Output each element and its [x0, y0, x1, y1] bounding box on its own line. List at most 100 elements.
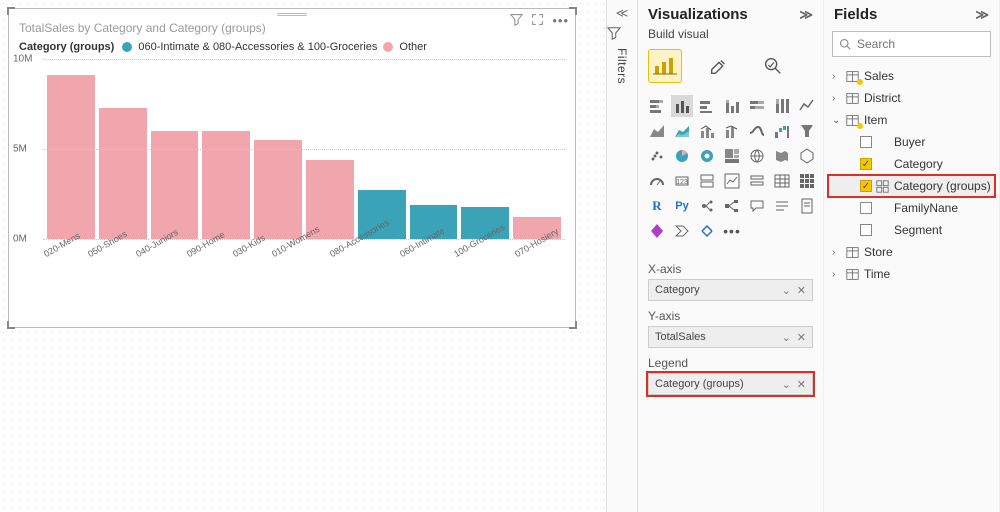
- fields-pane: Fields ≫ ›Sales›District⌄ItemBuyer✓Categ…: [824, 0, 1000, 512]
- key-influencers-icon[interactable]: [696, 195, 718, 217]
- stacked-area-icon[interactable]: [671, 120, 693, 142]
- drag-handle[interactable]: [277, 12, 307, 18]
- paginated-report-icon[interactable]: [796, 195, 818, 217]
- line-chart-icon[interactable]: [796, 95, 818, 117]
- search-input[interactable]: [857, 37, 1000, 51]
- clustered-column-icon[interactable]: [671, 95, 693, 117]
- checkbox[interactable]: ✓: [860, 180, 872, 192]
- r-visual-icon[interactable]: R: [646, 195, 668, 217]
- decomposition-tree-icon[interactable]: [721, 195, 743, 217]
- fields-search[interactable]: [832, 31, 991, 57]
- get-more-visuals-icon[interactable]: [696, 220, 718, 242]
- visual-type-gallery: 123 R Py •••: [638, 93, 823, 250]
- bar[interactable]: [47, 75, 95, 239]
- bar[interactable]: [202, 131, 250, 239]
- x-axis-label: 030-Kids: [231, 233, 282, 285]
- table-row[interactable]: ›Sales: [828, 65, 995, 87]
- python-visual-icon[interactable]: Py: [671, 195, 693, 217]
- filter-icon: [607, 26, 637, 40]
- bar[interactable]: [99, 108, 147, 239]
- checkbox[interactable]: [860, 202, 872, 214]
- kpi-icon[interactable]: [721, 170, 743, 192]
- checkbox[interactable]: ✓: [860, 158, 872, 170]
- remove-field-icon[interactable]: ✕: [797, 331, 806, 344]
- xaxis-well[interactable]: Category ⌄✕: [648, 279, 813, 301]
- donut-icon[interactable]: [696, 145, 718, 167]
- pie-icon[interactable]: [671, 145, 693, 167]
- checkbox[interactable]: [860, 224, 872, 236]
- yaxis-well[interactable]: TotalSales ⌄✕: [648, 326, 813, 348]
- remove-field-icon[interactable]: ✕: [797, 378, 806, 391]
- group-icon: [876, 180, 890, 193]
- ribbon-chart-icon[interactable]: [746, 120, 768, 142]
- field-row[interactable]: ✓Category (groups): [828, 175, 995, 197]
- xaxis-well-label: X-axis: [648, 262, 813, 276]
- bar[interactable]: [254, 140, 302, 239]
- svg-text:123: 123: [676, 179, 688, 186]
- stacked-bar-icon[interactable]: [646, 95, 668, 117]
- focus-mode-icon[interactable]: [531, 13, 544, 28]
- table-icon[interactable]: [771, 170, 793, 192]
- filled-map-icon[interactable]: [771, 145, 793, 167]
- chart-plot-area: 0M5M10M: [43, 59, 565, 239]
- table-row[interactable]: ›Store: [828, 241, 995, 263]
- funnel-icon[interactable]: [796, 120, 818, 142]
- line-clustered-column-icon[interactable]: [696, 120, 718, 142]
- visualizations-pane: Visualizations ≫ Build visual: [638, 0, 824, 512]
- power-apps-icon[interactable]: [646, 220, 668, 242]
- azure-map-icon[interactable]: [796, 145, 818, 167]
- 100-stacked-column-icon[interactable]: [771, 95, 793, 117]
- expand-filters-icon[interactable]: ≪: [607, 6, 637, 20]
- table-row[interactable]: ›Time: [828, 263, 995, 285]
- stacked-column-icon[interactable]: [721, 95, 743, 117]
- collapse-viz-icon[interactable]: ≫: [799, 7, 813, 23]
- checkbox[interactable]: [860, 136, 872, 148]
- power-automate-icon[interactable]: [671, 220, 693, 242]
- viz-pane-subtitle: Build visual: [638, 25, 823, 45]
- build-visual-tab[interactable]: [648, 49, 682, 83]
- qna-icon[interactable]: [746, 195, 768, 217]
- area-chart-icon[interactable]: [646, 120, 668, 142]
- 100-stacked-bar-icon[interactable]: [746, 95, 768, 117]
- chevron-down-icon[interactable]: ⌄: [782, 284, 791, 297]
- map-icon[interactable]: [746, 145, 768, 167]
- legend-well[interactable]: Category (groups) ⌄✕: [648, 373, 813, 395]
- chevron-down-icon[interactable]: ⌄: [782, 331, 791, 344]
- field-row[interactable]: FamilyNane: [828, 197, 995, 219]
- fields-tree: ›Sales›District⌄ItemBuyer✓Category✓Categ…: [824, 63, 999, 287]
- bar[interactable]: [151, 131, 199, 239]
- slicer-icon[interactable]: [746, 170, 768, 192]
- clustered-bar-icon[interactable]: [696, 95, 718, 117]
- chart-legend: Category (groups) 060-Intimate & 080-Acc…: [9, 39, 575, 59]
- remove-field-icon[interactable]: ✕: [797, 284, 806, 297]
- treemap-icon[interactable]: [721, 145, 743, 167]
- report-canvas[interactable]: ••• TotalSales by Category and Category …: [0, 0, 606, 512]
- filters-label: Filters: [615, 48, 629, 84]
- viz-pane-title: Visualizations: [648, 6, 748, 23]
- card-icon[interactable]: 123: [671, 170, 693, 192]
- more-visuals-icon[interactable]: •••: [721, 220, 743, 242]
- smart-narrative-icon[interactable]: [771, 195, 793, 217]
- yaxis-well-label: Y-axis: [648, 309, 813, 323]
- filter-icon[interactable]: [510, 13, 523, 28]
- chart-visual[interactable]: ••• TotalSales by Category and Category …: [8, 8, 576, 328]
- field-row[interactable]: Segment: [828, 219, 995, 241]
- chevron-down-icon[interactable]: ⌄: [782, 378, 791, 391]
- collapse-fields-icon[interactable]: ≫: [975, 7, 989, 23]
- search-icon: [839, 38, 851, 50]
- filters-pane-collapsed[interactable]: ≪ Filters: [606, 0, 638, 512]
- table-row[interactable]: ›District: [828, 87, 995, 109]
- matrix-icon[interactable]: [796, 170, 818, 192]
- legend-well-label: Legend: [648, 356, 813, 370]
- waterfall-icon[interactable]: [771, 120, 793, 142]
- field-row[interactable]: Buyer: [828, 131, 995, 153]
- line-stacked-column-icon[interactable]: [721, 120, 743, 142]
- more-options-icon[interactable]: •••: [552, 13, 569, 28]
- scatter-icon[interactable]: [646, 145, 668, 167]
- gauge-icon[interactable]: [646, 170, 668, 192]
- table-row[interactable]: ⌄Item: [828, 109, 995, 131]
- format-visual-tab[interactable]: [702, 49, 736, 83]
- multi-row-card-icon[interactable]: [696, 170, 718, 192]
- field-row[interactable]: ✓Category: [828, 153, 995, 175]
- analytics-tab[interactable]: [756, 49, 790, 83]
